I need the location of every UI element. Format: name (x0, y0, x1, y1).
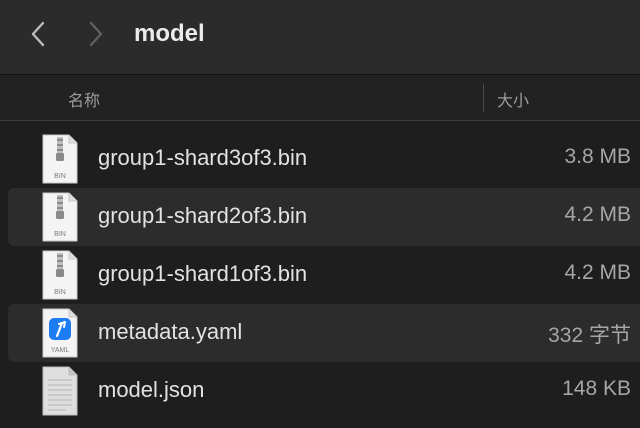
back-button[interactable] (26, 20, 50, 48)
file-size: 4.2 MB (564, 203, 631, 226)
file-row[interactable]: YAML metadata.yaml 332 字节 (8, 304, 640, 362)
binary-file-icon: BIN (42, 134, 78, 184)
file-list: BIN group1-shard3of3.bin 3.8 MB BIN grou… (0, 130, 640, 420)
svg-text:YAML: YAML (51, 347, 70, 354)
json-file-icon (42, 366, 78, 416)
yaml-file-icon: YAML (42, 308, 78, 358)
file-name: group1-shard1of3.bin (98, 261, 308, 286)
chevron-left-icon (31, 21, 45, 47)
file-size: 4.2 MB (564, 261, 631, 284)
window-title: model (134, 20, 205, 47)
chevron-right-icon (89, 21, 103, 47)
file-size: 332 字节 (548, 324, 631, 347)
file-row[interactable]: model.json 148 KB (8, 362, 640, 420)
forward-button[interactable] (84, 20, 108, 48)
file-size: 3.8 MB (564, 145, 631, 168)
binary-file-icon: BIN (42, 250, 78, 300)
svg-text:BIN: BIN (54, 173, 66, 180)
file-row[interactable]: BIN group1-shard1of3.bin 4.2 MB (8, 246, 640, 304)
svg-text:BIN: BIN (54, 231, 66, 238)
file-row[interactable]: BIN group1-shard3of3.bin 3.8 MB (8, 130, 640, 188)
finder-window: model 名称 大小 BIN group1-shard3of3.bin 3.8… (0, 0, 640, 428)
column-size-header[interactable]: 大小 (497, 87, 529, 111)
file-size: 148 KB (562, 377, 631, 400)
column-name-header[interactable]: 名称 (68, 87, 100, 111)
binary-file-icon: BIN (42, 192, 78, 242)
file-name: group1-shard3of3.bin (98, 145, 308, 170)
file-name: group1-shard2of3.bin (98, 203, 308, 228)
file-row[interactable]: BIN group1-shard2of3.bin 4.2 MB (8, 188, 640, 246)
file-name: model.json (98, 377, 205, 402)
svg-text:BIN: BIN (54, 289, 66, 296)
column-header: 名称 大小 (0, 75, 640, 121)
file-name: metadata.yaml (98, 319, 243, 344)
column-divider[interactable] (483, 84, 484, 112)
title-bar: model (0, 0, 640, 75)
